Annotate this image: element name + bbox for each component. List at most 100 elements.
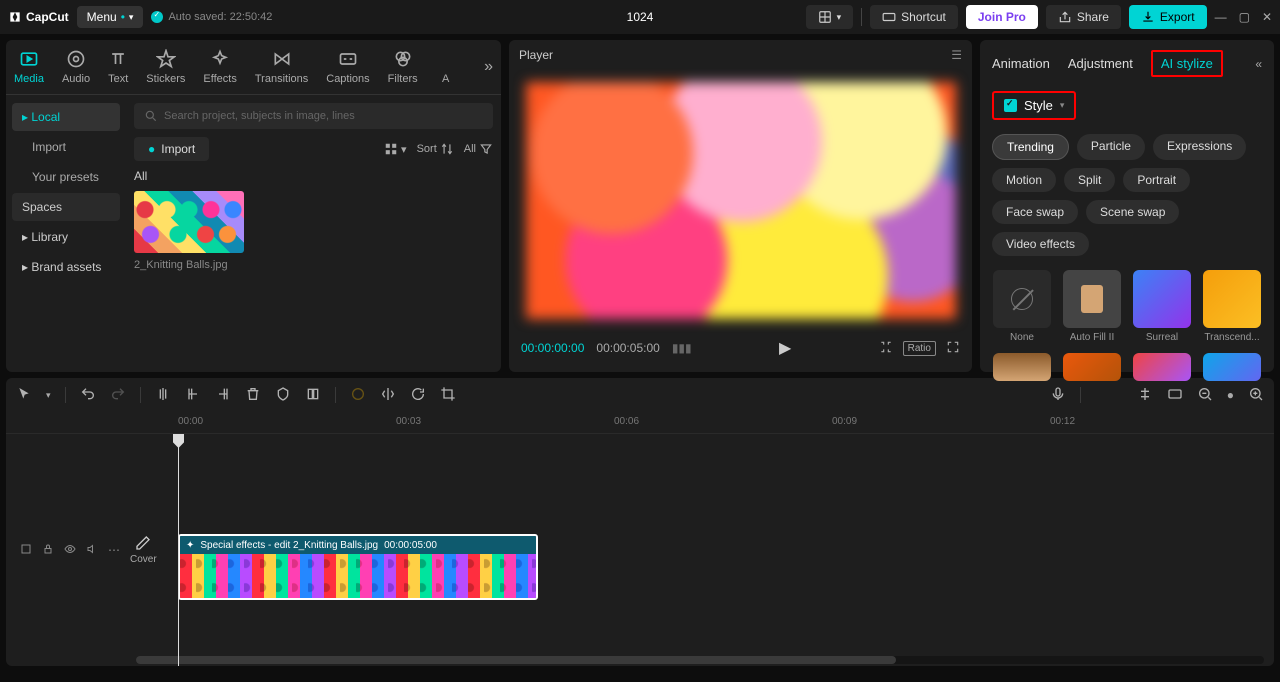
sort-button[interactable]: Sort <box>417 142 454 156</box>
mic-button[interactable] <box>1050 386 1066 405</box>
join-pro-button[interactable]: Join Pro <box>966 5 1038 29</box>
timeline-tracks[interactable]: ⋯ Cover ✦ Special effects - edit 2_Knitt… <box>6 434 1274 666</box>
tool-dropdown[interactable]: ▾ <box>46 390 51 401</box>
play-button[interactable]: ▶ <box>779 340 791 357</box>
align-button[interactable] <box>1137 386 1153 405</box>
style-preset-6[interactable] <box>1062 353 1122 381</box>
collapse-panel-button[interactable]: « <box>1255 57 1262 71</box>
style-preset-7[interactable] <box>1132 353 1192 381</box>
style-preset-5[interactable] <box>992 353 1052 381</box>
track-mute-button[interactable] <box>86 543 98 558</box>
chip-expressions[interactable]: Expressions <box>1153 134 1246 160</box>
style-section-header[interactable]: Style ▾ <box>992 91 1076 120</box>
chip-motion[interactable]: Motion <box>992 168 1056 192</box>
timeline-toolbar: ▾ ● <box>6 378 1274 412</box>
tab-effects[interactable]: Effects <box>203 49 236 85</box>
tabs-more-button[interactable]: » <box>484 58 493 76</box>
rtab-ai-stylize[interactable]: AI stylize <box>1151 50 1223 77</box>
fullscreen-button[interactable] <box>946 340 960 357</box>
tab-filters[interactable]: Filters <box>388 49 418 85</box>
zoom-in-button[interactable] <box>1248 386 1264 405</box>
close-button[interactable]: ✕ <box>1262 10 1272 24</box>
sidebar-item-local[interactable]: ▸ Local <box>12 103 120 131</box>
sidebar-item-brand-assets[interactable]: ▸ Brand assets <box>12 253 120 281</box>
track-collapse-button[interactable] <box>20 543 32 558</box>
shortcut-button[interactable]: Shortcut <box>870 5 958 29</box>
freeze-button[interactable] <box>305 386 321 405</box>
search-input[interactable]: Search project, subjects in image, lines <box>134 103 493 129</box>
mirror-button[interactable] <box>380 386 396 405</box>
zoom-slider[interactable]: ● <box>1227 388 1234 402</box>
style-autofill[interactable]: Auto Fill II <box>1062 270 1122 343</box>
layout-button[interactable]: ▾ <box>806 5 854 29</box>
tab-media[interactable]: Media <box>14 49 44 85</box>
mic-icon <box>1050 386 1066 402</box>
filter-all-button[interactable]: All <box>464 142 493 156</box>
style-surreal[interactable]: Surreal <box>1132 270 1192 343</box>
menu-button[interactable]: Menu • ▾ <box>77 6 144 28</box>
cover-button[interactable]: Cover <box>130 535 157 565</box>
rotate-button[interactable] <box>410 386 426 405</box>
crop-button[interactable] <box>440 386 456 405</box>
sidebar-item-library[interactable]: ▸ Library <box>12 223 120 251</box>
chip-trending[interactable]: Trending <box>992 134 1069 160</box>
sidebar-item-import[interactable]: Import <box>12 133 120 161</box>
clip-thumbnails <box>180 554 536 600</box>
maximize-button[interactable]: ▢ <box>1239 10 1250 24</box>
tab-a-partial[interactable]: A <box>436 49 456 85</box>
preview-canvas[interactable] <box>526 82 956 319</box>
marker-button[interactable] <box>275 386 291 405</box>
chip-split[interactable]: Split <box>1064 168 1115 192</box>
playhead[interactable] <box>178 434 179 666</box>
minimize-button[interactable]: — <box>1215 10 1227 24</box>
timeline-clip[interactable]: ✦ Special effects - edit 2_Knitting Ball… <box>178 534 538 600</box>
tab-captions[interactable]: Captions <box>326 49 369 85</box>
preview-mode-button[interactable] <box>1167 386 1183 405</box>
redo-button[interactable] <box>110 386 126 405</box>
section-label: All <box>134 169 493 183</box>
timeline-scrollbar[interactable] <box>136 656 1264 664</box>
crop-view-button[interactable] <box>879 340 893 357</box>
style-checkbox[interactable] <box>1004 99 1017 112</box>
timeline-ruler[interactable]: 00:00 00:03 00:06 00:09 00:12 <box>6 412 1274 434</box>
sidebar-item-spaces[interactable]: Spaces <box>12 193 120 221</box>
style-transcend[interactable]: Transcend... <box>1202 270 1262 343</box>
chip-portrait[interactable]: Portrait <box>1123 168 1190 192</box>
style-category-chips: Trending Particle Expressions Motion Spl… <box>992 134 1262 256</box>
track-lock-button[interactable] <box>42 543 54 558</box>
rtab-animation[interactable]: Animation <box>992 56 1050 71</box>
cursor-icon <box>16 386 32 402</box>
split-button[interactable] <box>155 386 171 405</box>
media-thumbnail[interactable]: 2_Knitting Balls.jpg <box>134 191 244 271</box>
tab-stickers[interactable]: Stickers <box>146 49 185 85</box>
track-more-button[interactable]: ⋯ <box>108 543 120 557</box>
style-preset-8[interactable] <box>1202 353 1262 381</box>
chip-face-swap[interactable]: Face swap <box>992 200 1078 224</box>
tab-audio[interactable]: Audio <box>62 49 90 85</box>
reverse-button[interactable] <box>350 386 366 405</box>
sidebar-item-presets[interactable]: Your presets <box>12 163 120 191</box>
tab-transitions[interactable]: Transitions <box>255 49 308 85</box>
export-button[interactable]: Export <box>1129 5 1207 29</box>
player-menu-button[interactable]: ☰ <box>951 48 962 62</box>
trim-right-button[interactable] <box>215 386 231 405</box>
ratio-button[interactable]: Ratio <box>903 341 936 356</box>
split-icon <box>155 386 171 402</box>
rtab-adjustment[interactable]: Adjustment <box>1068 56 1133 71</box>
chip-scene-swap[interactable]: Scene swap <box>1086 200 1179 224</box>
select-tool[interactable] <box>16 386 32 405</box>
chip-video-effects[interactable]: Video effects <box>992 232 1089 256</box>
track-visible-button[interactable] <box>64 543 76 558</box>
quality-button[interactable]: ▮▮▮ <box>672 341 692 355</box>
tab-text[interactable]: Text <box>108 49 128 85</box>
zoom-out-button[interactable] <box>1197 386 1213 405</box>
trim-left-button[interactable] <box>185 386 201 405</box>
chip-particle[interactable]: Particle <box>1077 134 1145 160</box>
grid-view-button[interactable]: ▾ <box>384 142 407 156</box>
undo-button[interactable] <box>80 386 96 405</box>
style-none[interactable]: None <box>992 270 1052 343</box>
delete-button[interactable] <box>245 386 261 405</box>
share-button[interactable]: Share <box>1046 5 1121 29</box>
time-current: 00:00:00:00 <box>521 341 584 355</box>
import-button[interactable]: ● Import <box>134 137 209 161</box>
